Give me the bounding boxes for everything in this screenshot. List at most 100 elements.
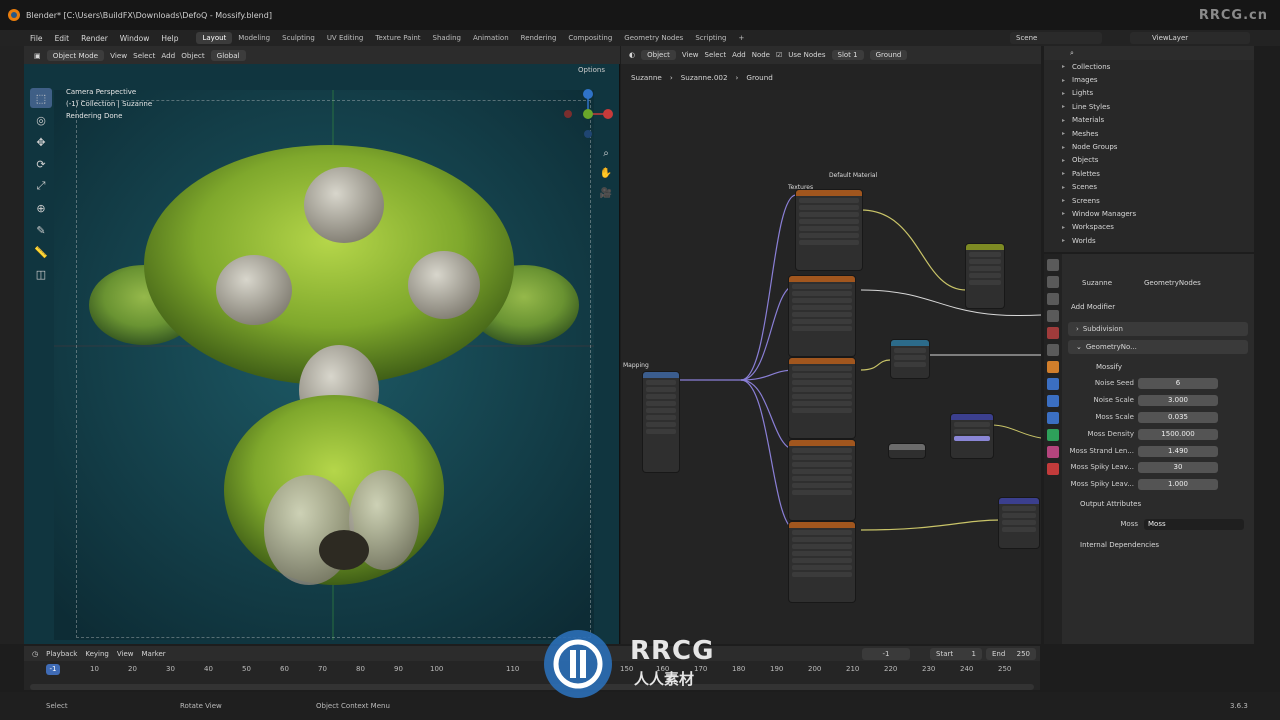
image-texture-node[interactable] [789, 358, 855, 438]
ne-menu-select[interactable]: Select [705, 51, 727, 59]
mode-dropdown[interactable]: Object Mode [46, 49, 105, 61]
playhead-frame[interactable]: -1 [46, 664, 60, 675]
cursor-tool-icon[interactable]: ◎ [30, 110, 52, 130]
param-field[interactable]: 3.000 [1138, 395, 1218, 406]
tl-view-menu[interactable]: View [117, 650, 134, 658]
particles-tab-icon[interactable] [1047, 395, 1059, 407]
physics-tab-icon[interactable] [1047, 412, 1059, 424]
add-workspace-icon[interactable]: + [732, 32, 750, 44]
material-dropdown[interactable]: Ground [869, 50, 908, 60]
editor-type-icon[interactable]: ▣ [34, 51, 41, 60]
image-texture-node[interactable] [789, 522, 855, 602]
vp-menu-add[interactable]: Add [161, 51, 175, 60]
normal-map-node[interactable] [951, 414, 993, 458]
material-tab-icon[interactable] [1047, 446, 1059, 458]
param-field[interactable]: 30 [1138, 462, 1218, 473]
tab-modeling[interactable]: Modeling [232, 32, 276, 44]
add-modifier-button[interactable]: Add Modifier [1071, 303, 1115, 311]
image-texture-node[interactable] [789, 440, 855, 520]
menu-file[interactable]: File [26, 33, 47, 44]
param-field[interactable]: 1.000 [1138, 479, 1218, 490]
pan-hand-icon[interactable]: ✋ [598, 164, 614, 184]
modifier-tab-icon[interactable] [1047, 378, 1059, 390]
ne-menu-node[interactable]: Node [752, 51, 770, 59]
tool-tab-icon[interactable] [1047, 259, 1059, 271]
tab-rendering[interactable]: Rendering [515, 32, 563, 44]
outliner-item[interactable]: ▸ Images [1044, 73, 1254, 86]
end-frame-field[interactable]: End 250 [986, 648, 1036, 660]
scale-tool-icon[interactable]: ⤢ [30, 176, 52, 196]
move-tool-icon[interactable]: ✥ [30, 132, 52, 152]
node-editor-type-icon[interactable]: ◐ [629, 51, 635, 59]
outliner-item[interactable]: ▸ Workspaces [1044, 221, 1254, 234]
menu-edit[interactable]: Edit [51, 33, 74, 44]
outliner-item[interactable]: ▸ Line Styles [1044, 100, 1254, 113]
tab-layout[interactable]: Layout [196, 32, 233, 44]
breadcrumb-object[interactable]: Suzanne [631, 73, 662, 82]
param-field[interactable]: 1500.000 [1138, 429, 1218, 440]
tab-sculpting[interactable]: Sculpting [276, 32, 321, 44]
param-field[interactable]: 1.490 [1138, 446, 1218, 457]
tab-compositing[interactable]: Compositing [562, 32, 618, 44]
zoom-icon[interactable]: ⌕ [598, 144, 614, 164]
vp-menu-select[interactable]: Select [133, 51, 155, 60]
navigation-gizmo[interactable] [560, 86, 616, 142]
vp-menu-object[interactable]: Object [181, 51, 204, 60]
ne-menu-view[interactable]: View [682, 51, 699, 59]
outliner-search-icon[interactable]: ⌕ [1070, 49, 1074, 58]
transform-orientation[interactable]: Global [210, 49, 246, 61]
options-menu[interactable]: Options [578, 66, 605, 74]
shader-type-dropdown[interactable]: Object [641, 50, 676, 60]
outliner-item[interactable]: ▸ Scenes [1044, 181, 1254, 194]
scene-selector[interactable]: Scene [1010, 32, 1102, 44]
outliner-item[interactable]: ▸ Collections [1044, 60, 1254, 73]
image-texture-node[interactable] [789, 276, 855, 356]
modifier-subdivision[interactable]: › Subdivision [1068, 322, 1248, 336]
menu-help[interactable]: Help [157, 33, 182, 44]
use-nodes-checkbox[interactable]: ☑ [776, 51, 782, 59]
modifier-collapse-icon[interactable]: › [1076, 325, 1079, 333]
outliner-item[interactable]: ▸ Lights [1044, 87, 1254, 100]
displacement-node[interactable] [999, 498, 1039, 548]
outliner-item[interactable]: ▸ Palettes [1044, 167, 1254, 180]
measure-tool-icon[interactable]: 📏 [30, 242, 52, 262]
output-attributes-panel[interactable]: Output Attributes [1080, 500, 1141, 508]
param-field[interactable]: 6 [1138, 378, 1218, 389]
modifier-geometrynodes[interactable]: ⌄ GeometryNo... [1068, 340, 1248, 354]
select-tool-icon[interactable]: ⬚ [30, 88, 52, 108]
texture-tab-icon[interactable] [1047, 463, 1059, 475]
playback-menu[interactable]: Playback [46, 650, 77, 658]
modifier-expand-icon[interactable]: ⌄ [1076, 343, 1082, 351]
outliner-item[interactable]: ▸ Node Groups [1044, 140, 1254, 153]
marker-menu[interactable]: Marker [141, 650, 165, 658]
timeline-type-icon[interactable]: ◷ [32, 650, 38, 658]
view-layer-selector[interactable]: ViewLayer [1130, 32, 1250, 44]
mapping-node[interactable] [643, 372, 679, 472]
mix-node[interactable] [966, 244, 1004, 308]
scene-tab-icon[interactable] [1047, 327, 1059, 339]
add-cube-tool-icon[interactable]: ◫ [30, 264, 52, 284]
data-tab-icon[interactable] [1047, 429, 1059, 441]
tab-scripting[interactable]: Scripting [689, 32, 732, 44]
breadcrumb-material[interactable]: Ground [746, 73, 772, 82]
tab-uv-editing[interactable]: UV Editing [321, 32, 370, 44]
outliner-item[interactable]: ▸ Objects [1044, 154, 1254, 167]
image-texture-node[interactable] [796, 190, 862, 270]
outliner-item[interactable]: ▸ Materials [1044, 114, 1254, 127]
frame-ruler[interactable]: 10 20 30 40 50 60 70 80 90 100 110 150 1… [30, 662, 1034, 676]
transform-tool-icon[interactable]: ⊕ [30, 198, 52, 218]
menu-render[interactable]: Render [77, 33, 112, 44]
node-canvas[interactable]: Default Material Textures Mapping [621, 90, 1041, 644]
current-frame-field[interactable]: -1 [862, 648, 910, 660]
object-tab-icon[interactable] [1047, 361, 1059, 373]
annotate-tool-icon[interactable]: ✎ [30, 220, 52, 240]
slot-dropdown[interactable]: Slot 1 [831, 50, 864, 60]
vp-menu-view[interactable]: View [110, 51, 127, 60]
separate-node[interactable] [891, 340, 929, 378]
ne-menu-add[interactable]: Add [732, 51, 746, 59]
outliner-item[interactable]: ▸ Worlds [1044, 234, 1254, 247]
internal-dependencies-panel[interactable]: Internal Dependencies [1080, 541, 1159, 549]
outliner-item[interactable]: ▸ Window Managers [1044, 207, 1254, 220]
rotate-tool-icon[interactable]: ⟳ [30, 154, 52, 174]
camera-view-icon[interactable]: 🎥 [598, 184, 614, 204]
